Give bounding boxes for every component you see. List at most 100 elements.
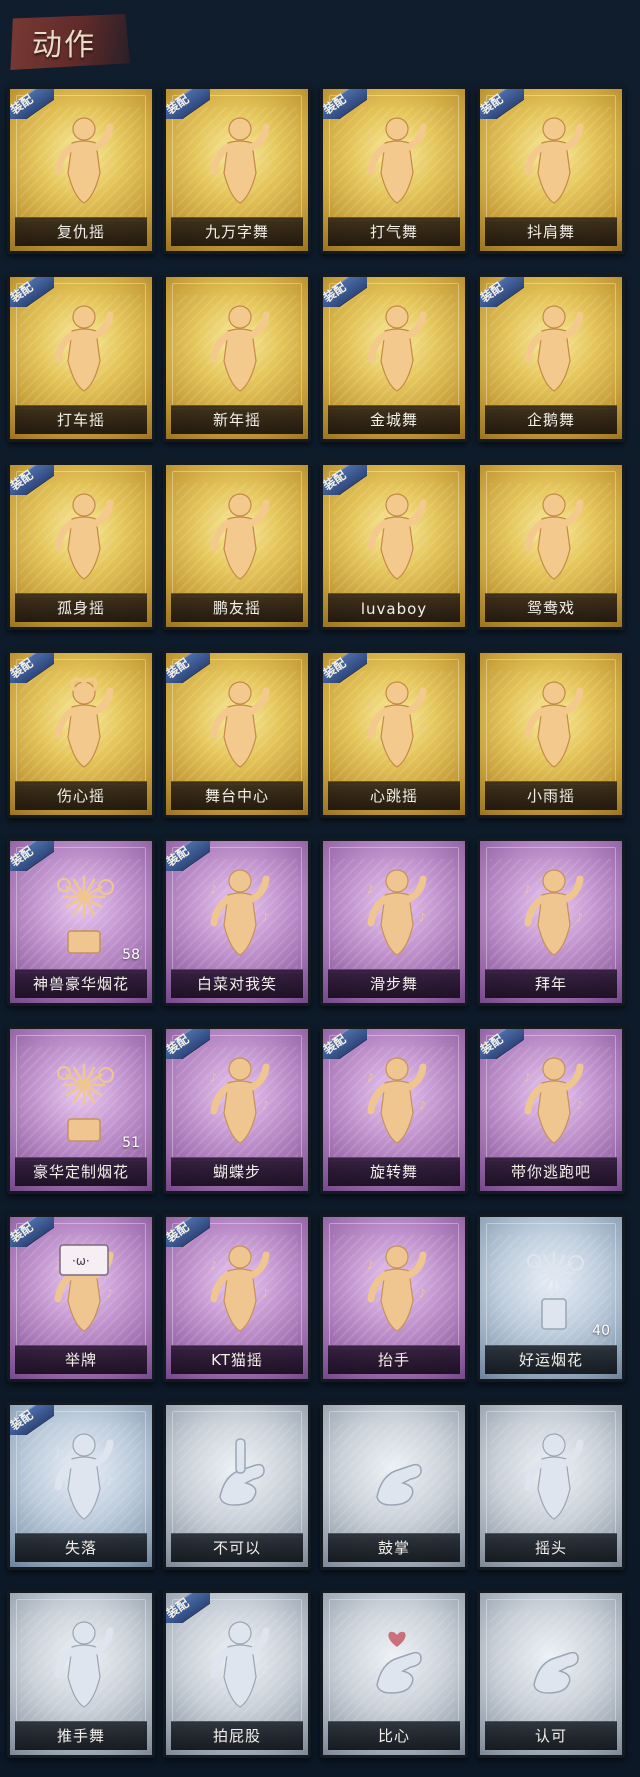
- item-count: 40: [592, 1323, 610, 1339]
- action-card[interactable]: ♪ ♪ 装配 企鹅舞: [477, 274, 625, 442]
- action-card[interactable]: 鼓掌: [320, 1402, 468, 1570]
- sign-holding-figure-icon: ♪ ♪ ·ω·: [48, 1239, 120, 1339]
- action-card[interactable]: ♪ ♪ 装配复仇摇: [7, 86, 155, 254]
- action-card[interactable]: ♪ ♪ 装配 KT猫摇: [163, 1214, 311, 1382]
- svg-text:♪: ♪: [419, 723, 426, 736]
- svg-text:♪: ♪: [524, 1071, 531, 1084]
- action-name: 摇头: [534, 1539, 567, 1557]
- action-card[interactable]: ♪ ♪ 装配 抖肩舞: [477, 86, 625, 254]
- action-name: 舞台中心: [204, 787, 269, 805]
- svg-text:♪: ♪: [210, 1259, 217, 1272]
- action-card[interactable]: ♪ ♪ 装配舞台中心: [163, 650, 311, 818]
- bow-figure-icon: ♪ ♪: [518, 863, 590, 963]
- dance-figure-icon: ♪ ♪: [204, 1239, 276, 1339]
- svg-text:♪: ♪: [210, 883, 217, 896]
- action-card[interactable]: ♪ ♪ 推手舞: [7, 1590, 155, 1758]
- equipped-badge: 装配: [480, 1029, 524, 1059]
- equipped-badge: 装配: [10, 653, 54, 683]
- action-card[interactable]: ♪ ♪ 摇头: [477, 1402, 625, 1570]
- action-card[interactable]: 51 豪华定制烟花: [7, 1026, 155, 1194]
- action-card[interactable]: ♪ ♪ 抬手: [320, 1214, 468, 1382]
- dance-figure-icon: ♪ ♪: [361, 675, 433, 775]
- action-card[interactable]: ♪ ♪ 拜年: [477, 838, 625, 1006]
- action-card[interactable]: ♪ ♪ ·ω· 装配 举牌: [7, 1214, 155, 1382]
- action-name: 拍屁股: [212, 1727, 261, 1745]
- equipped-badge: 装配: [10, 89, 54, 119]
- equipped-badge: 装配: [323, 1029, 367, 1059]
- svg-text:♪: ♪: [524, 507, 531, 520]
- svg-text:·ω·: ·ω·: [72, 1254, 90, 1268]
- dance-figure-icon: ♪ ♪: [204, 863, 276, 963]
- dance-figure-icon: ♪ ♪: [518, 111, 590, 211]
- svg-text:♪: ♪: [524, 131, 531, 144]
- action-name: 旋转舞: [369, 1163, 418, 1181]
- action-card[interactable]: 装配 58 神兽豪华烟花: [7, 838, 155, 1006]
- svg-text:♪: ♪: [106, 535, 113, 548]
- dance-figure-icon: ♪ ♪: [518, 299, 590, 399]
- action-card[interactable]: 比心: [320, 1590, 468, 1758]
- action-card[interactable]: ♪ ♪ 装配 金城舞: [320, 274, 468, 442]
- dance-figure-icon: ♪ ♪: [204, 675, 276, 775]
- equipped-badge: 装配: [323, 465, 367, 495]
- equipped-badge: 装配: [166, 653, 210, 683]
- equipped-badge: 装配: [10, 1217, 54, 1247]
- action-name: 复仇摇: [56, 223, 105, 241]
- action-card[interactable]: ♪ ♪ 装配 九万字舞: [163, 86, 311, 254]
- action-card[interactable]: ♪ ♪ 装配 失落: [7, 1402, 155, 1570]
- svg-text:♪: ♪: [106, 1287, 113, 1300]
- dance-figure-icon: ♪ ♪: [518, 487, 590, 587]
- action-card[interactable]: ♪ ♪ 装配 蝴蝶步: [163, 1026, 311, 1194]
- dance-figure-icon: ♪ ♪: [361, 299, 433, 399]
- action-card[interactable]: ♪ ♪ 滑步舞: [320, 838, 468, 1006]
- svg-text:♪: ♪: [54, 319, 61, 332]
- svg-text:♪: ♪: [576, 535, 583, 548]
- action-card[interactable]: ♪ ♪ 装配 心跳摇: [320, 650, 468, 818]
- equipped-badge: 装配: [10, 1405, 54, 1435]
- action-card[interactable]: ♪ ♪ 鸳鸯戏: [477, 462, 625, 630]
- svg-text:♪: ♪: [262, 723, 269, 736]
- raise-hand-figure-icon: ♪ ♪: [361, 1239, 433, 1339]
- action-name: 举牌: [64, 1351, 97, 1369]
- action-name: 带你逃跑吧: [510, 1163, 591, 1181]
- spin-figure-icon: ♪ ♪: [361, 1051, 433, 1151]
- svg-text:♪: ♪: [419, 1287, 426, 1300]
- fireworks-icon: [48, 863, 120, 963]
- svg-text:♪: ♪: [367, 883, 374, 896]
- svg-text:♪: ♪: [419, 911, 426, 924]
- action-card[interactable]: ♪ ♪ 装配 带你逃跑吧: [477, 1026, 625, 1194]
- dance-figure-icon: ♪ ♪: [48, 111, 120, 211]
- action-card[interactable]: ♪ ♪ 装配 打气舞: [320, 86, 468, 254]
- svg-text:♪: ♪: [106, 723, 113, 736]
- action-card[interactable]: 40 好运烟花: [477, 1214, 625, 1382]
- action-name: 认可: [534, 1727, 567, 1745]
- svg-text:♪: ♪: [262, 1099, 269, 1112]
- action-card[interactable]: ♪ ♪ 装配 白菜对我笑: [163, 838, 311, 1006]
- fireworks-box-icon: [48, 1051, 120, 1151]
- equipped-badge: 装配: [166, 841, 210, 871]
- svg-text:♪: ♪: [367, 1071, 374, 1084]
- action-card[interactable]: ♪ ♪ 装配旋转舞: [320, 1026, 468, 1194]
- push-hands-figure-icon: ♪ ♪: [48, 1615, 120, 1715]
- action-card[interactable]: ♪ ♪ 装配 luvaboy: [320, 462, 468, 630]
- action-card[interactable]: ♪ ♪ 新年摇: [163, 274, 311, 442]
- action-name: 抬手: [377, 1351, 410, 1369]
- dance-figure-icon: ♪ ♪: [204, 487, 276, 587]
- svg-text:♪: ♪: [367, 507, 374, 520]
- svg-text:♪: ♪: [576, 911, 583, 924]
- action-card[interactable]: ♪ ♪ 鹏友摇: [163, 462, 311, 630]
- action-name: 鸳鸯戏: [526, 599, 575, 617]
- crawl-figure-icon: ♪ ♪: [48, 1427, 120, 1527]
- svg-text:♪: ♪: [262, 347, 269, 360]
- action-name: 蝴蝶步: [212, 1163, 261, 1181]
- svg-text:♪: ♪: [106, 159, 113, 172]
- svg-text:♪: ♪: [106, 1475, 113, 1488]
- item-count: 58: [122, 947, 140, 963]
- action-card[interactable]: ♪ ♪ 装配 拍屁股: [163, 1590, 311, 1758]
- action-card[interactable]: ♪ ♪ 装配 孤身摇: [7, 462, 155, 630]
- action-card[interactable]: ♪ ♪ 小雨摇: [477, 650, 625, 818]
- action-card[interactable]: ♪ ♪ 装配 伤心摇: [7, 650, 155, 818]
- action-card[interactable]: 不可以: [163, 1402, 311, 1570]
- action-card[interactable]: 认可: [477, 1590, 625, 1758]
- equipped-badge: 装配: [10, 277, 54, 307]
- action-card[interactable]: ♪ ♪ 装配 打车摇: [7, 274, 155, 442]
